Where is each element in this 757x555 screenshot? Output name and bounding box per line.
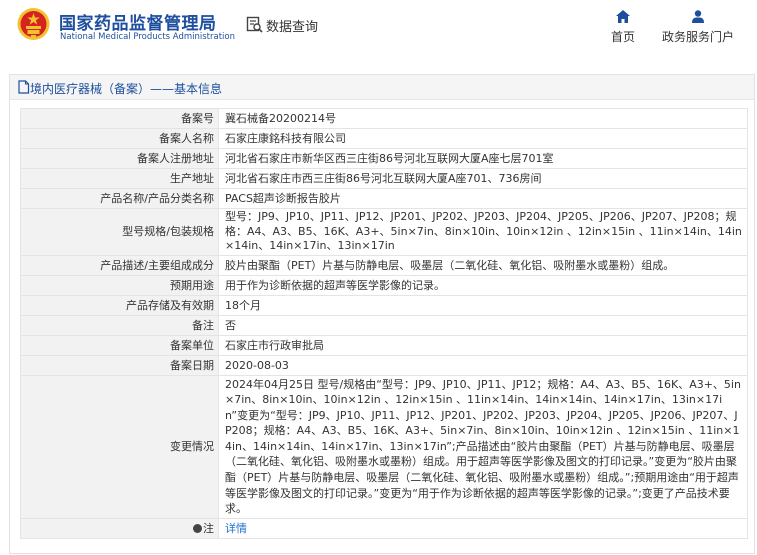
row-label: 备案人名称 (20, 128, 219, 149)
nav-home[interactable]: 首页 (604, 10, 642, 45)
row-value: 冀石械备20200214号 (218, 108, 748, 129)
row-label: 备案人注册地址 (20, 148, 219, 169)
row-label: 预期用途 (20, 274, 219, 296)
national-emblem-icon (17, 8, 50, 40)
panel-title: 境内医疗器械（备案）——基本信息 (30, 82, 223, 96)
data-query-icon (246, 16, 263, 33)
user-icon (692, 10, 704, 23)
row-label: 生产地址 (20, 168, 219, 189)
site-header: 国家药品监督管理局 National Medical Products Admi… (0, 0, 757, 62)
row-value: 用于作为诊断依据的超声等医学影像的记录。 (218, 274, 748, 296)
document-icon (18, 80, 30, 94)
row-value: 河北省石家庄市西三庄街86号河北互联网大厦A座701、736房间 (218, 168, 748, 189)
row-value: 18个月 (218, 294, 748, 316)
row-label: 产品描述/主要组成成分 (20, 254, 219, 276)
nav-portal-label: 政务服务门户 (661, 30, 734, 44)
row-value: 胶片由聚酯（PET）片基与防静电层、吸墨层（二氧化硅、氧化铝、吸附墨水或墨粉）组… (218, 254, 748, 276)
detail-table: 备案号 冀石械备20200214号 备案人名称 石家庄康銘科技有限公司 备案人注… (20, 108, 748, 539)
data-query-link[interactable]: 数据查询 (266, 16, 318, 35)
home-icon (616, 10, 630, 23)
panel-header: 境内医疗器械（备案）——基本信息 (10, 75, 754, 100)
table-row: 备案人名称 石家庄康銘科技有限公司 (20, 128, 748, 149)
table-row: 产品描述/主要组成成分 胶片由聚酯（PET）片基与防静电层、吸墨层（二氧化硅、氧… (20, 254, 748, 276)
table-row: 备案号 冀石械备20200214号 (20, 108, 748, 129)
brand-name-cn: 国家药品监督管理局 (59, 14, 217, 34)
row-label: 注 (203, 521, 214, 535)
table-row: 备案单位 石家庄市行政审批局 (20, 334, 748, 356)
row-value: 石家庄康銘科技有限公司 (218, 128, 748, 149)
table-row: 产品存储及有效期 18个月 (20, 294, 748, 316)
table-row: 注 详情 (20, 517, 748, 539)
brand-name-en: National Medical Products Administration (60, 32, 235, 42)
note-label-cell: 注 (20, 517, 219, 539)
table-row: 产品名称/产品分类名称 PACS超声诊断报告胶片 (20, 188, 748, 209)
row-label: 备案号 (20, 108, 219, 129)
row-label: 产品存储及有效期 (20, 294, 219, 316)
note-icon (193, 523, 202, 533)
row-label: 变更情况 (20, 374, 219, 519)
table-row: 变更情况 2024年04月25日 型号/规格由“型号：JP9、JP10、JP11… (20, 374, 748, 519)
row-label: 备案单位 (20, 334, 219, 356)
row-label: 产品名称/产品分类名称 (20, 188, 219, 209)
change-history-value: 2024年04月25日 型号/规格由“型号：JP9、JP10、JP11、JP12… (218, 374, 748, 519)
table-row: 备注 否 (20, 314, 748, 336)
table-row: 备案人注册地址 河北省石家庄市新华区西三庄街86号河北互联网大厦A座七层701室 (20, 148, 748, 169)
row-value: 型号：JP9、JP10、JP11、JP12、JP201、JP202、JP203、… (218, 208, 748, 256)
row-value: 河北省石家庄市新华区西三庄街86号河北互联网大厦A座七层701室 (218, 148, 748, 169)
table-row: 备案日期 2020-08-03 (20, 354, 748, 376)
row-value: 否 (218, 314, 748, 336)
table-row: 预期用途 用于作为诊断依据的超声等医学影像的记录。 (20, 274, 748, 296)
row-label: 备案日期 (20, 354, 219, 376)
row-label: 型号规格/包装规格 (20, 208, 219, 256)
row-value: 详情 (218, 517, 748, 539)
row-value: 石家庄市行政审批局 (218, 334, 748, 356)
detail-panel: 境内医疗器械（备案）——基本信息 备案号 冀石械备20200214号 备案人名称… (9, 74, 755, 554)
row-value: PACS超声诊断报告胶片 (218, 188, 748, 209)
details-link[interactable]: 详情 (225, 522, 247, 535)
row-value: 2020-08-03 (218, 354, 748, 376)
table-row: 生产地址 河北省石家庄市西三庄街86号河北互联网大厦A座701、736房间 (20, 168, 748, 189)
nav-service-portal[interactable]: 政务服务门户 (658, 10, 738, 45)
table-row: 型号规格/包装规格 型号：JP9、JP10、JP11、JP12、JP201、JP… (20, 208, 748, 256)
nav-home-label: 首页 (610, 30, 635, 44)
row-label: 备注 (20, 314, 219, 336)
